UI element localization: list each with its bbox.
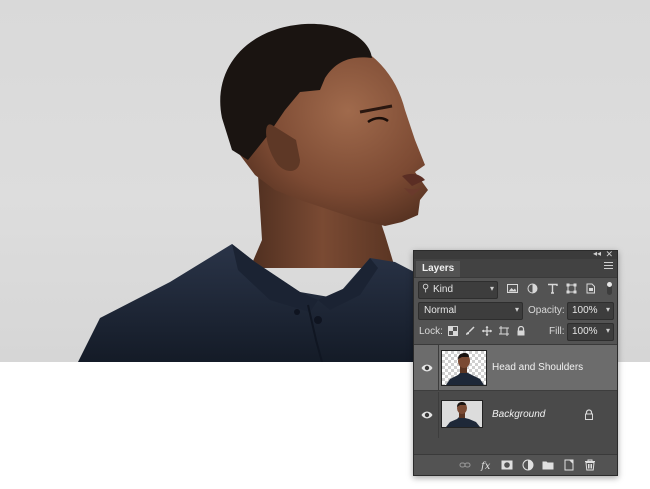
add-mask-icon[interactable] <box>501 459 513 471</box>
kind-filter-label: Kind <box>433 284 454 295</box>
new-layer-icon[interactable] <box>563 459 575 471</box>
lock-all-icon[interactable] <box>516 326 526 336</box>
new-group-icon[interactable] <box>542 459 554 471</box>
chevron-down-icon: ▾ <box>514 305 519 314</box>
delete-layer-icon[interactable] <box>584 459 596 471</box>
chevron-down-icon: ▾ <box>605 326 610 335</box>
link-layers-icon[interactable] <box>459 459 471 471</box>
fill-value: 100% <box>572 326 598 337</box>
smart-object-filter-icon[interactable] <box>585 283 596 294</box>
filter-toggle[interactable] <box>607 282 612 295</box>
layer-thumbnail <box>441 350 487 386</box>
blend-mode-select[interactable]: Normal ▾ <box>418 302 523 320</box>
adjustment-filter-icon[interactable] <box>527 283 538 294</box>
lock-image-icon[interactable] <box>465 326 475 336</box>
chevron-down-icon: ▾ <box>489 284 494 293</box>
layer-lock-icon <box>585 409 593 420</box>
kind-filter-select[interactable]: ⚲ Kind ▾ <box>418 281 498 299</box>
collapse-panel-icon[interactable]: ◂◂ <box>593 249 601 258</box>
svg-text:fx: fx <box>480 461 491 471</box>
opacity-field[interactable]: 100% ▾ <box>567 302 614 320</box>
layers-bottom-toolbar: fx <box>414 454 617 475</box>
layer-row-background[interactable]: Background <box>414 392 617 438</box>
visibility-eye-icon[interactable] <box>421 362 433 374</box>
opacity-value: 100% <box>572 305 598 316</box>
shape-filter-icon[interactable] <box>566 283 577 294</box>
lock-row: Lock: Fill: 100% ▾ <box>414 323 617 341</box>
fill-field[interactable]: 100% ▾ <box>567 323 614 341</box>
filter-row: ⚲ Kind ▾ <box>414 281 617 299</box>
lock-transparent-icon[interactable] <box>448 326 458 336</box>
layers-list: Head and Shoulders Background <box>414 344 617 455</box>
blend-row: Normal ▾ Opacity: 100% ▾ <box>414 302 617 320</box>
image-filter-icon[interactable] <box>507 283 518 294</box>
layer-thumbnail <box>441 400 483 428</box>
layers-panel: ◂◂ ✕ Layers ⚲ Kind ▾ Normal ▾ Opacity: 1… <box>413 249 618 476</box>
panel-tab-row: Layers <box>414 259 617 278</box>
lock-label: Lock: <box>419 326 443 337</box>
layer-name[interactable]: Head and Shoulders <box>492 362 583 373</box>
visibility-eye-icon[interactable] <box>421 409 433 421</box>
fill-label: Fill: <box>549 326 565 337</box>
layer-row-head-and-shoulders[interactable]: Head and Shoulders <box>414 345 617 391</box>
tab-layers[interactable]: Layers <box>416 261 461 277</box>
fx-icon[interactable]: fx <box>480 459 492 471</box>
chevron-down-icon: ▾ <box>605 305 610 314</box>
type-filter-icon[interactable] <box>547 283 558 294</box>
panel-menu-icon[interactable] <box>604 262 613 270</box>
blend-mode-value: Normal <box>424 305 457 316</box>
search-icon: ⚲ <box>422 283 430 294</box>
panel-title-bar[interactable]: ◂◂ ✕ <box>414 249 617 259</box>
lock-artboard-icon[interactable] <box>499 326 509 336</box>
layer-name[interactable]: Background <box>492 409 545 420</box>
lock-position-icon[interactable] <box>482 326 492 336</box>
adjustment-layer-icon[interactable] <box>522 459 534 471</box>
opacity-label: Opacity: <box>528 305 565 316</box>
